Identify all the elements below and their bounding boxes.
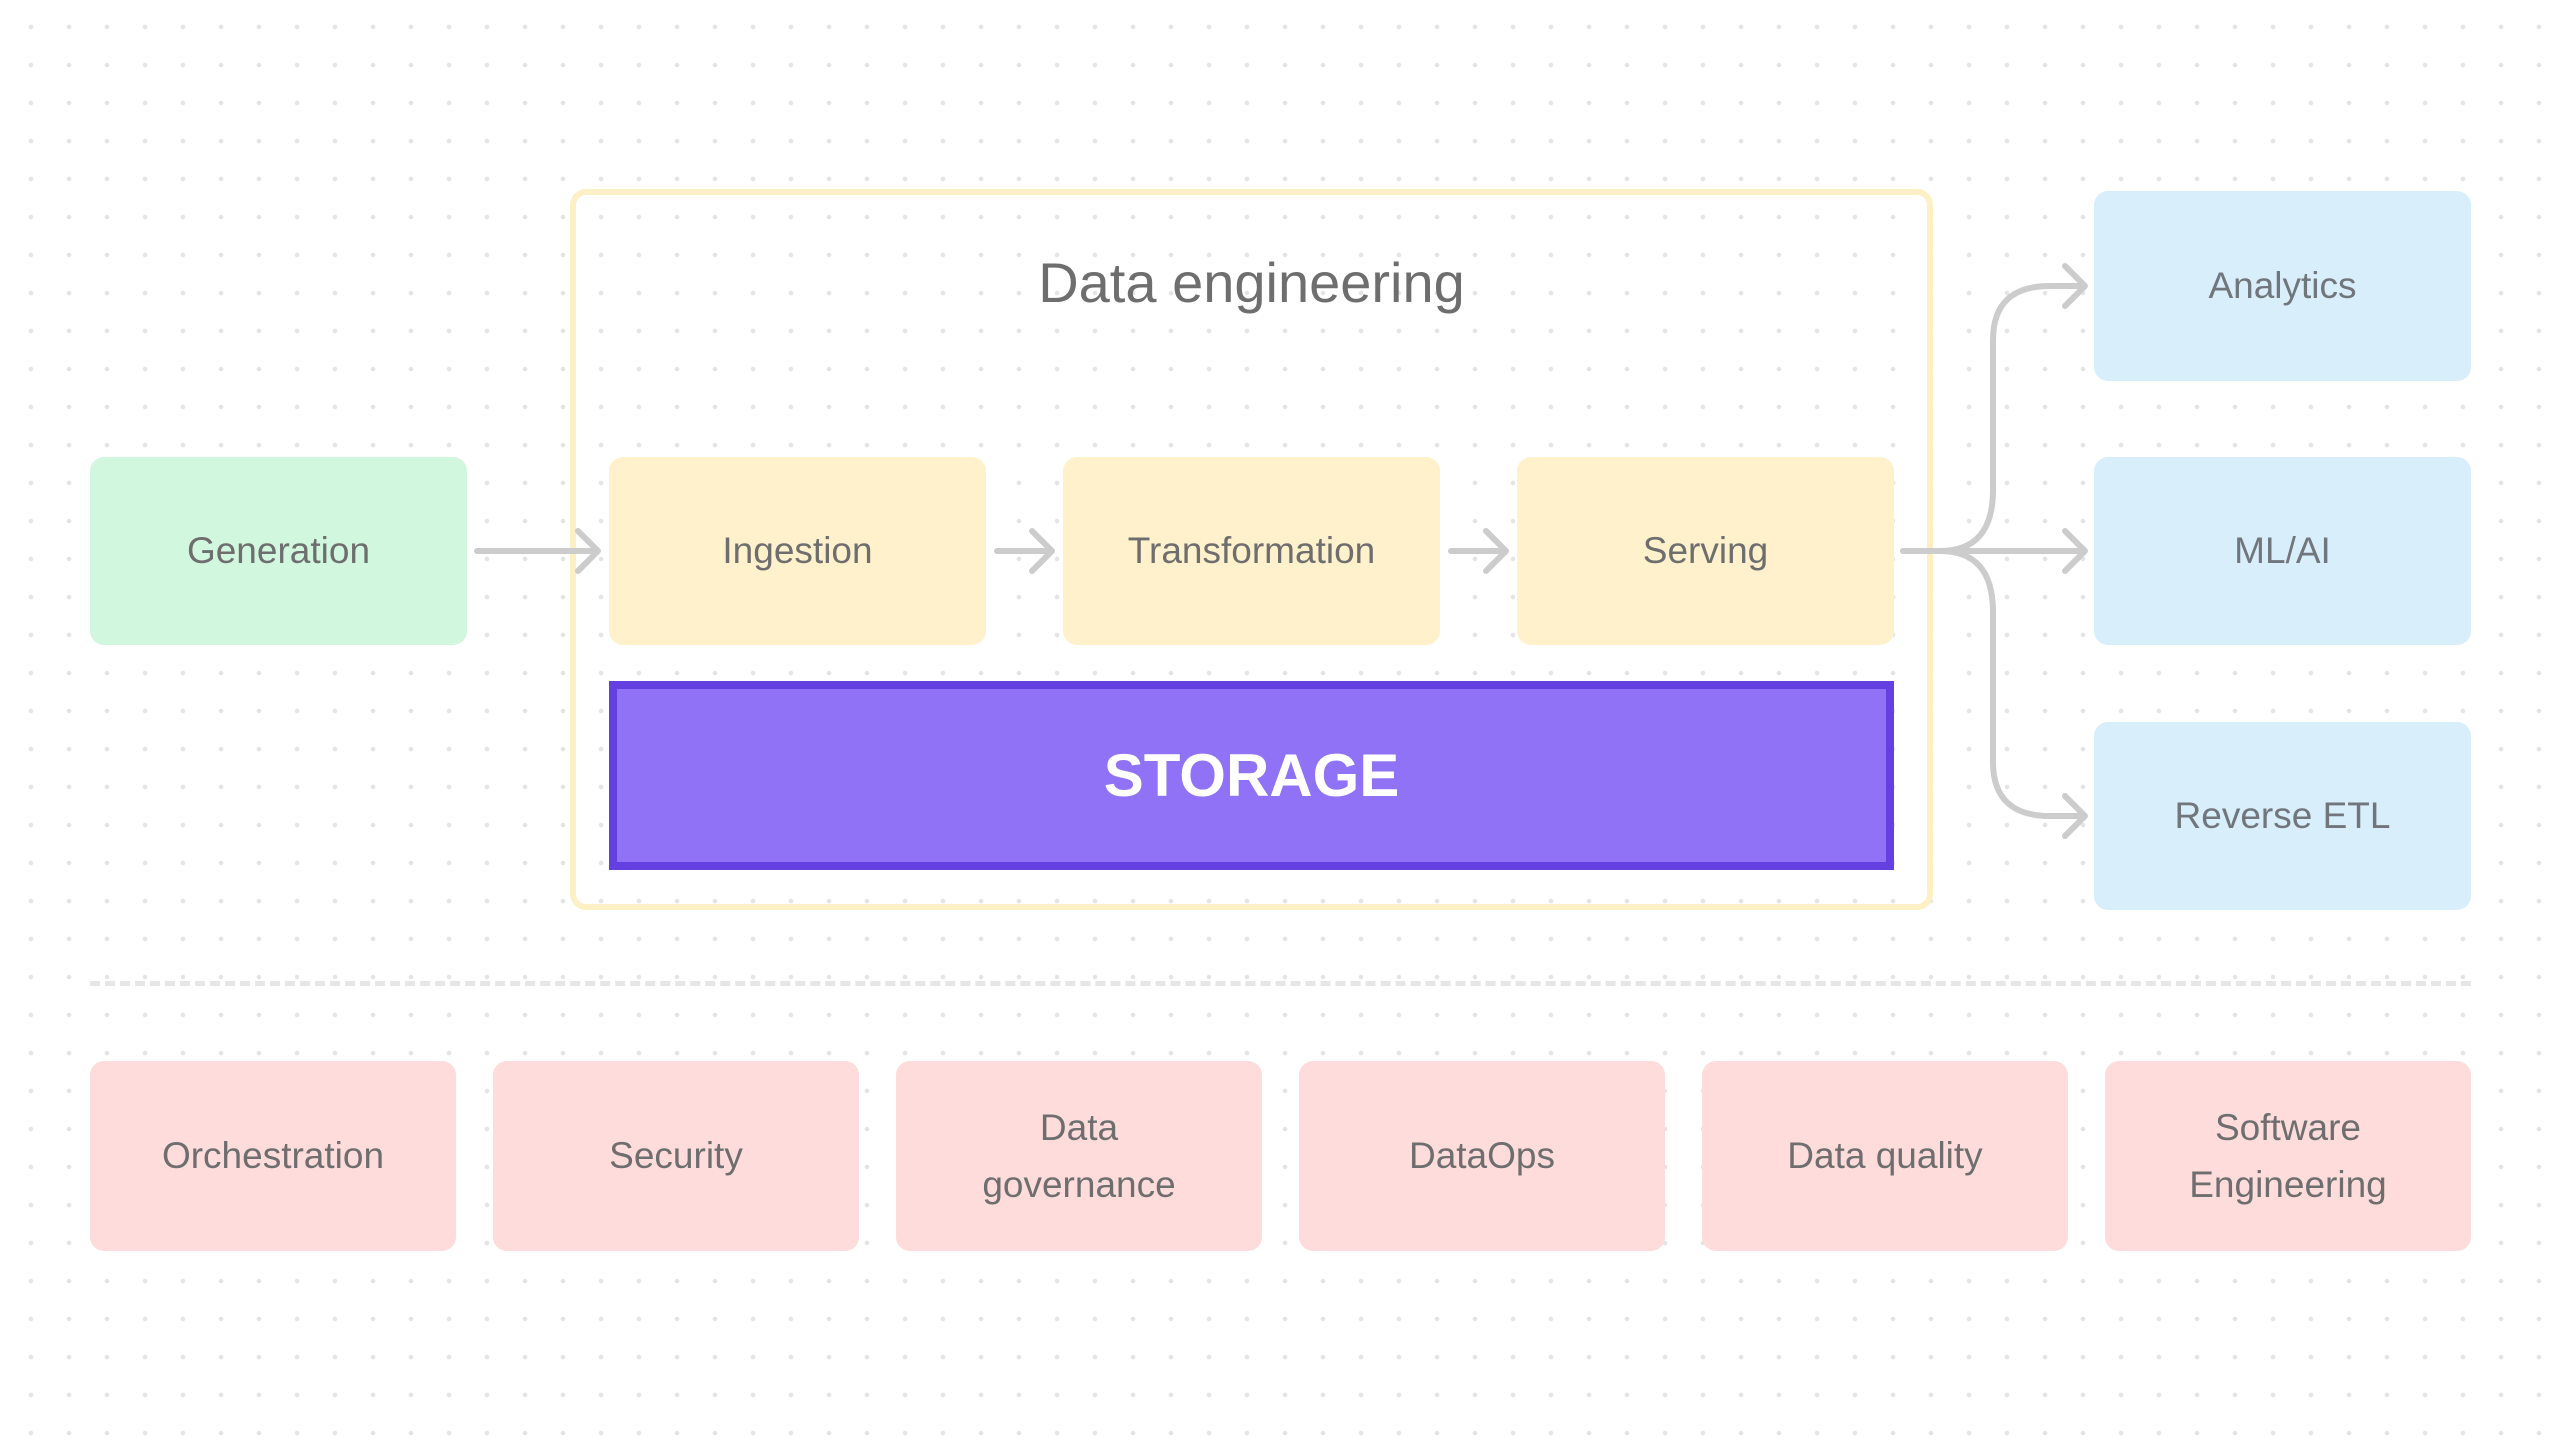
arrow-serving-reverse-etl [1937, 548, 2088, 839]
arrow-serving-analytics [1900, 263, 2088, 554]
arrow-transformation-serving [1448, 528, 1509, 574]
arrow-serving-mlai [1900, 528, 2088, 574]
arrow-generation-ingestion [474, 528, 601, 574]
arrows-layer [474, 263, 2088, 839]
arrow-ingestion-transformation [994, 528, 1055, 574]
